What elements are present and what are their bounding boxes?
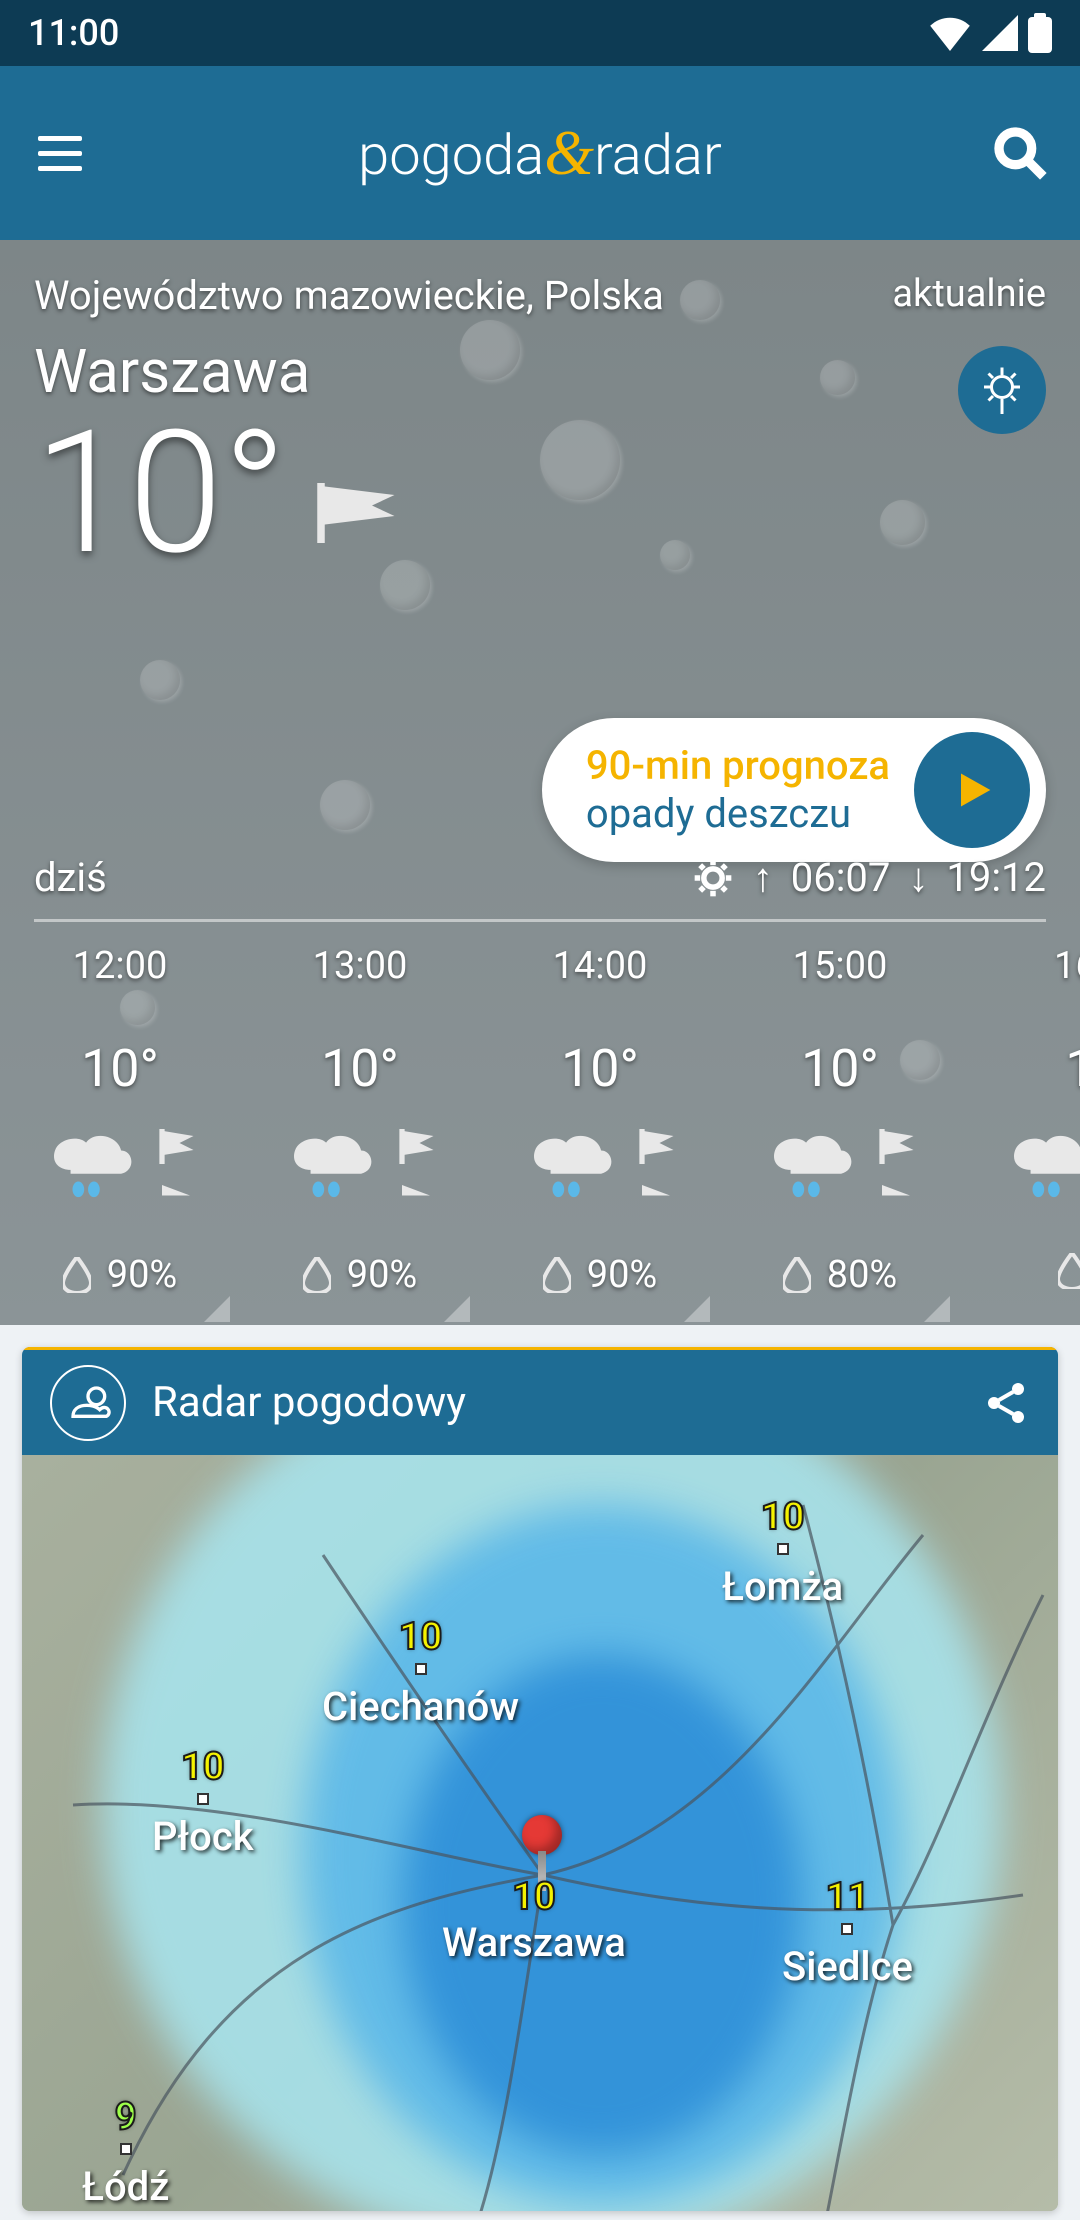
current-temp-row: 10° [34, 408, 407, 578]
hour-column[interactable]: 14:00 10° 90% [480, 922, 720, 1322]
search-icon[interactable] [990, 123, 1050, 183]
rain-cloud-icon [762, 1131, 858, 1201]
hour-column[interactable]: 15:00 10° 80% [720, 922, 960, 1322]
hour-precipitation: 80% [783, 1253, 898, 1297]
map-city-plock: 10 Płock [152, 1745, 254, 1860]
wind-icon [307, 483, 407, 543]
hour-time: 13:00 [313, 944, 408, 988]
hour-temperature: 10° [321, 1038, 399, 1099]
signal-icon [982, 15, 1018, 51]
day-label: dziś [34, 854, 107, 901]
hour-time: 16: [1054, 944, 1080, 988]
hour-icon-row [42, 1129, 198, 1203]
radar-title: Radar pogodowy [152, 1378, 466, 1427]
sunrise-arrow-icon: ↑ [753, 854, 773, 901]
hour-time: 14:00 [553, 944, 648, 988]
menu-icon[interactable] [30, 123, 90, 183]
map-city-warszawa: 10 Warszawa [442, 1875, 626, 1966]
map-pin [522, 1815, 562, 1855]
radar-logo-icon [50, 1365, 126, 1441]
map-city-siedlce: 11 Siedlce [782, 1875, 913, 1990]
location-row: Województwo mazowieckie, Polska aktualni… [34, 272, 1046, 319]
droplet-icon [303, 1257, 331, 1293]
expand-corner-icon [444, 1296, 470, 1322]
droplet-icon [543, 1257, 571, 1293]
wind-small-icon [874, 1129, 918, 1203]
wifi-icon [928, 15, 972, 51]
logo-left: pogoda [358, 122, 544, 188]
expand-corner-icon [204, 1296, 230, 1322]
status-time: 11:00 [28, 12, 119, 54]
hour-temperature: 10° [561, 1038, 639, 1099]
pollen-badge[interactable] [958, 346, 1046, 434]
hour-precipitation: 90% [63, 1253, 178, 1297]
hour-column[interactable]: 16: 1 [960, 922, 1080, 1322]
forecast-line2: opady deszczu [586, 790, 890, 838]
wind-small-icon [154, 1129, 198, 1203]
status-icons [928, 13, 1052, 53]
radar-section: Radar pogodowy [22, 1347, 1058, 2211]
map-city-lomza: 10 Łomża [722, 1495, 843, 1610]
hour-column[interactable]: 12:00 10° 90% [0, 922, 240, 1322]
droplet-icon [783, 1257, 811, 1293]
expand-corner-icon [684, 1296, 710, 1322]
sunset-time: 19:12 [946, 854, 1046, 901]
logo-right: radar [594, 122, 722, 188]
hour-icon-row [522, 1129, 678, 1203]
rain-cloud-icon [42, 1131, 138, 1201]
region-label: Województwo mazowieckie, Polska [34, 272, 664, 319]
hour-temperature: 1 [1065, 1038, 1080, 1099]
sun-icon [691, 856, 735, 900]
droplet-icon [63, 1257, 91, 1293]
forecast-text: 90-min prognoza opady deszczu [586, 742, 890, 838]
pollen-icon [972, 360, 1032, 420]
app-bar: pogoda & radar [0, 66, 1080, 240]
forecast-line1: 90-min prognoza [586, 742, 890, 790]
radar-header[interactable]: Radar pogodowy [22, 1347, 1058, 1455]
expand-corner-icon [924, 1296, 950, 1322]
current-temperature: 10° [34, 408, 287, 578]
share-icon[interactable] [982, 1379, 1030, 1427]
app-logo: pogoda & radar [358, 116, 722, 190]
hour-temperature: 10° [81, 1038, 159, 1099]
hour-column[interactable]: 13:00 10° 90% [240, 922, 480, 1322]
wind-small-icon [634, 1129, 678, 1203]
hour-temperature: 10° [801, 1038, 879, 1099]
now-label: aktualnie [892, 272, 1046, 316]
hour-icon-row [1002, 1129, 1080, 1203]
droplet-icon [1058, 1253, 1080, 1289]
radar-map[interactable]: 10 Łomża 10 Ciechanów 10 Płock 10 Warsza… [22, 1455, 1058, 2211]
day-row: dziś ↑ 06:07 ↓ 19:12 [34, 854, 1046, 922]
sun-info: ↑ 06:07 ↓ 19:12 [691, 854, 1046, 901]
play-icon [950, 768, 994, 812]
hour-time: 12:00 [73, 944, 168, 988]
hour-precipitation [1058, 1253, 1080, 1289]
sunset-arrow-icon: ↓ [908, 854, 928, 901]
hour-precipitation: 90% [303, 1253, 418, 1297]
hour-time: 15:00 [793, 944, 888, 988]
hourly-forecast[interactable]: 12:00 10° 90% 13:00 10° [0, 922, 1080, 1322]
logo-ampersand: & [544, 116, 594, 190]
rain-cloud-icon [1002, 1131, 1080, 1201]
play-button[interactable] [914, 732, 1030, 848]
map-city-lodz: 9 Łódź [82, 2095, 169, 2210]
rain-cloud-icon [282, 1131, 378, 1201]
hour-precipitation: 90% [543, 1253, 658, 1297]
rain-cloud-icon [522, 1131, 618, 1201]
hour-icon-row [762, 1129, 918, 1203]
battery-icon [1028, 13, 1052, 53]
status-bar: 11:00 [0, 0, 1080, 66]
hour-icon-row [282, 1129, 438, 1203]
map-city-ciechanow: 10 Ciechanów [322, 1615, 519, 1730]
sunrise-time: 06:07 [791, 854, 891, 901]
current-weather-panel: Województwo mazowieckie, Polska aktualni… [0, 240, 1080, 1325]
forecast-90min-card[interactable]: 90-min prognoza opady deszczu [542, 718, 1046, 862]
wind-small-icon [394, 1129, 438, 1203]
